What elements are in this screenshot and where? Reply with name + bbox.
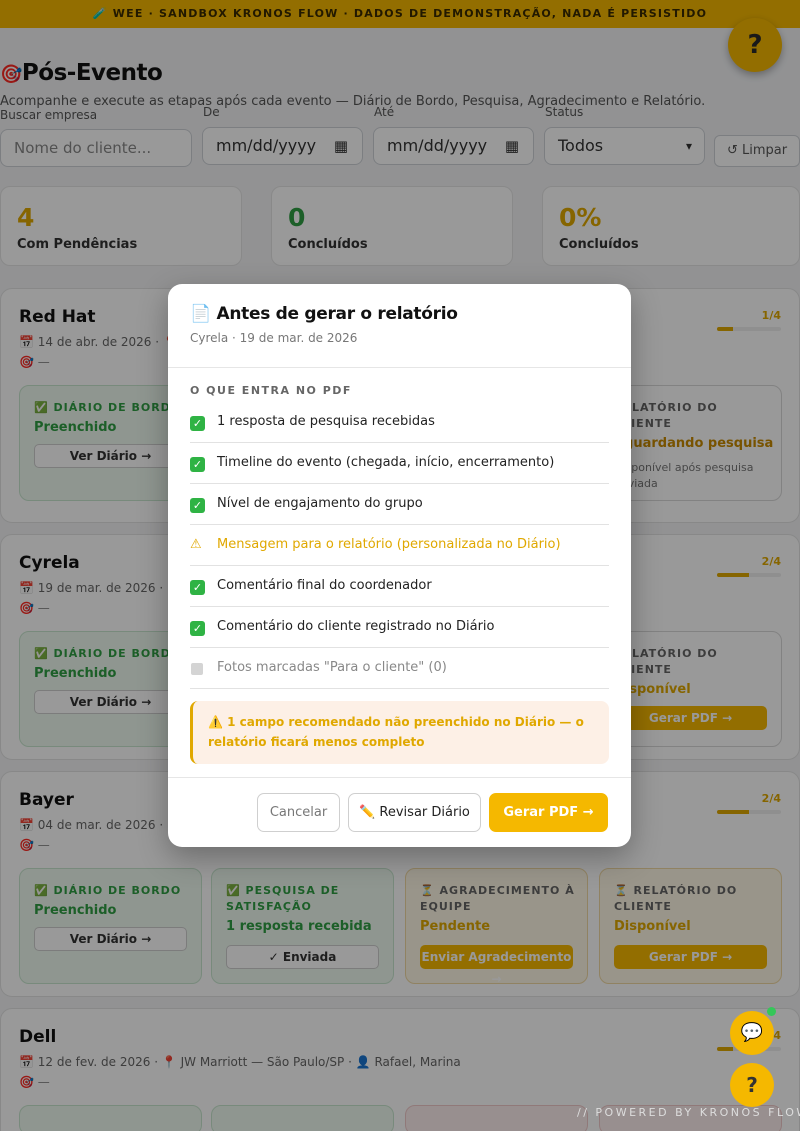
list-item-text: Comentário final do coordenador [217,578,432,593]
list-item: ✓ Comentário do cliente registrado no Diá… [190,607,609,648]
checkbox-checked-icon: ✓ [190,621,205,636]
unchecked-square-icon [191,663,203,675]
list-item: ✓ Comentário final do coordenador [190,566,609,607]
generate-pdf-button[interactable]: Gerar PDF → [489,793,608,832]
modal-title-text: Antes de gerar o relatório [216,304,458,324]
list-item: ⚠ Mensagem para o relatório (personalizad… [190,525,609,566]
list-item-text: Mensagem para o relatório (personalizada… [217,537,561,552]
chat-icon: 💬 [740,1022,764,1043]
divider [168,777,631,778]
modal-subtitle: Cyrela · 19 de mar. de 2026 [190,331,358,345]
list-item-text: Comentário do cliente registrado no Diár… [217,619,495,634]
report-preflight-modal: 📄 Antes de gerar o relatório Cyrela · 19… [168,284,631,847]
review-logbook-button[interactable]: ✏️ Revisar Diário [348,793,481,832]
powered-by-footer: // POWERED BY KRONOS FLOW [577,1106,800,1119]
list-item: ✓ Nível de engajamento do grupo [190,484,609,525]
cancel-button[interactable]: Cancelar [257,793,340,832]
checkbox-checked-icon: ✓ [190,416,205,431]
modal-section-label: O QUE ENTRA NO PDF [190,384,352,397]
incomplete-warning-alert: ⚠️ 1 campo recomendado não preenchido no… [190,701,609,764]
list-item-text: Nível de engajamento do grupo [217,496,423,511]
list-item: Fotos marcadas "Para o cliente" (0) [190,648,609,689]
checkbox-checked-icon: ✓ [190,498,205,513]
divider [168,367,631,368]
list-item: ✓ Timeline do evento (chegada, início, en… [190,443,609,484]
list-item: ✓ 1 resposta de pesquisa recebidas [190,402,609,443]
checkbox-checked-icon: ✓ [190,457,205,472]
document-icon: 📄 [190,304,211,324]
pdf-contents-list: ✓ 1 resposta de pesquisa recebidas ✓ Timel… [190,402,609,689]
warning-icon: ⚠ [190,537,202,552]
help-floating-button[interactable]: ? [730,1063,774,1107]
list-item-text: Timeline do evento (chegada, início, enc… [217,455,555,470]
chat-button[interactable]: 💬 [730,1011,774,1055]
online-status-dot [767,1007,776,1016]
list-item-text: Fotos marcadas "Para o cliente" (0) [217,660,447,675]
list-item-text: 1 resposta de pesquisa recebidas [217,414,435,429]
checkbox-checked-icon: ✓ [190,580,205,595]
modal-title: 📄 Antes de gerar o relatório [190,304,458,324]
